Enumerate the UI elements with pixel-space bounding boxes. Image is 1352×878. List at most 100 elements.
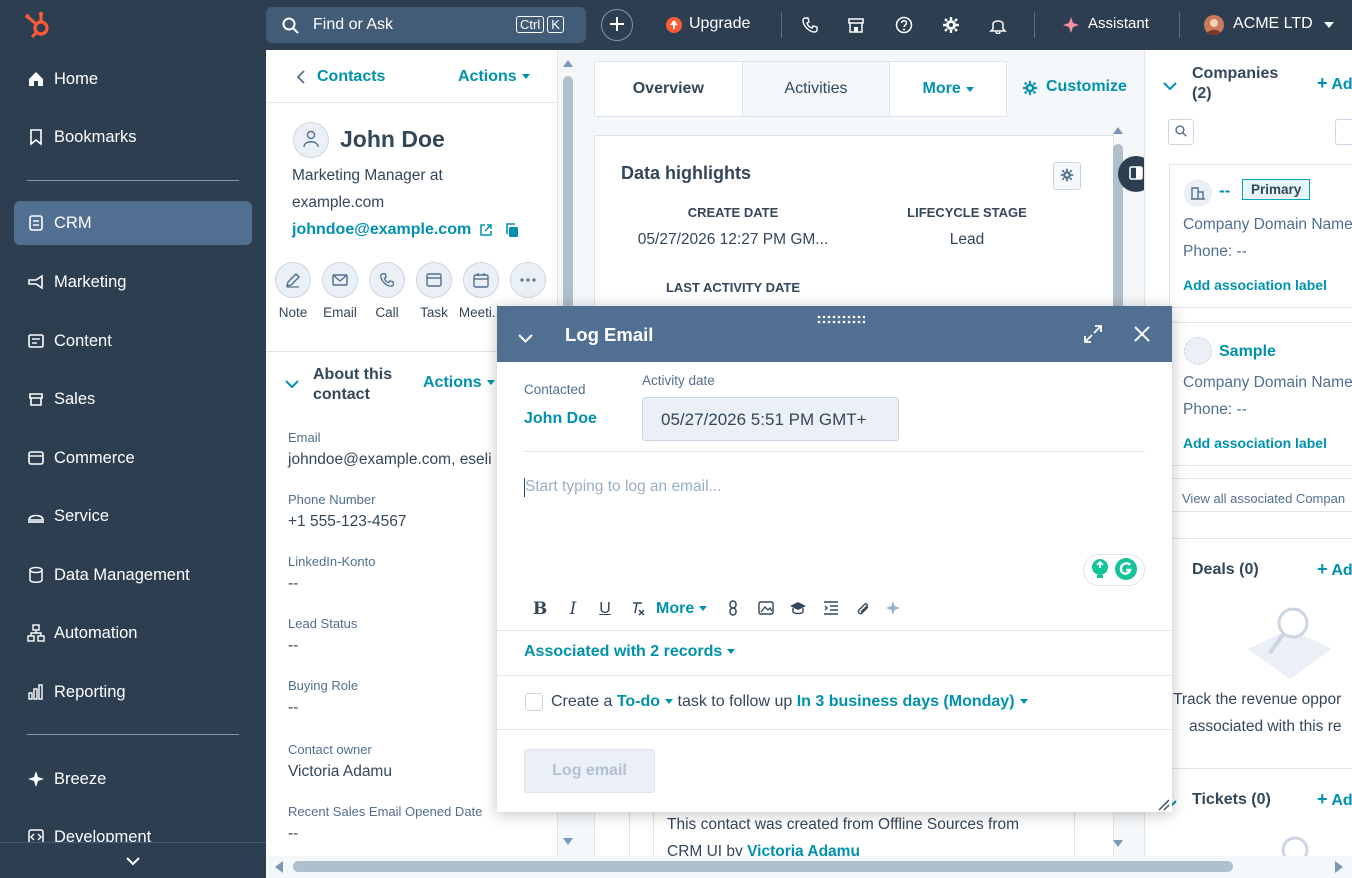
help-icon[interactable] <box>892 13 916 37</box>
account-name[interactable]: ACME LTD <box>1233 15 1313 33</box>
back-to-contacts-link[interactable]: Contacts <box>296 68 385 86</box>
search-companies-button[interactable] <box>1168 119 1194 145</box>
resize-handle-icon[interactable] <box>1158 798 1170 814</box>
tab-activities[interactable]: Activities <box>742 62 891 116</box>
nav-item-commerce[interactable]: Commerce <box>14 436 252 480</box>
view-all-companies-link[interactable]: View all associated Compan <box>1169 478 1352 512</box>
add-association-label-link[interactable]: Add association label <box>1183 435 1327 451</box>
nav-item-data-management[interactable]: Data Management <box>14 553 252 597</box>
email-body-editor[interactable]: Start typing to log an email... <box>524 466 1145 576</box>
customize-button[interactable]: Customize <box>1046 78 1127 96</box>
note-button[interactable] <box>275 262 311 298</box>
email-button[interactable] <box>322 262 358 298</box>
associated-records-dropdown[interactable]: Associated with 2 records <box>524 643 736 661</box>
marketplace-icon[interactable] <box>844 13 868 37</box>
contacted-value[interactable]: John Doe <box>524 410 597 428</box>
hubspot-logo-icon[interactable] <box>24 10 54 40</box>
nav-collapse-button[interactable] <box>0 842 266 878</box>
settings-gear-icon[interactable] <box>939 13 963 37</box>
drag-handle-icon[interactable] <box>817 312 866 324</box>
grammarly-widget[interactable] <box>1083 554 1145 586</box>
assistant-sparkle-icon[interactable] <box>1059 13 1083 37</box>
tab-more[interactable]: More <box>890 62 1006 116</box>
nav-item-service[interactable]: Service <box>14 494 252 538</box>
follow-up-date-dropdown[interactable]: In 3 business days (Monday) <box>797 693 1028 710</box>
nav-item-automation[interactable]: Automation <box>14 611 252 655</box>
nav-item-reporting[interactable]: Reporting <box>14 670 252 714</box>
nav-item-breeze[interactable]: Breeze <box>14 757 252 801</box>
nav-item-home[interactable]: Home <box>14 57 252 101</box>
about-contact-title[interactable]: About this contact <box>313 365 392 405</box>
task-type-dropdown[interactable]: To-do <box>617 693 674 710</box>
about-actions-dropdown[interactable]: Actions <box>423 374 495 392</box>
attach-file-button[interactable] <box>852 598 874 620</box>
upgrade-button[interactable]: Upgrade <box>689 15 750 33</box>
search-input[interactable]: Find or Ask Ctrl K <box>266 7 586 43</box>
todo-prefix: Create a <box>551 693 613 710</box>
notifications-bell-icon[interactable] <box>986 13 1010 37</box>
customize-gear-icon[interactable] <box>1022 80 1038 99</box>
chevron-down-icon[interactable] <box>285 376 299 392</box>
upgrade-icon[interactable] <box>662 13 686 37</box>
toolbar-more-dropdown[interactable]: More <box>656 600 708 618</box>
external-link-icon[interactable] <box>479 223 493 240</box>
nav-item-sales[interactable]: Sales <box>14 377 252 421</box>
call-button[interactable] <box>369 262 405 298</box>
add-ticket-button[interactable]: + Ad <box>1317 789 1352 810</box>
tickets-section-title[interactable]: Tickets (0) <box>1192 791 1271 809</box>
property-linkedin[interactable]: LinkedIn-Konto -- <box>288 554 375 593</box>
nav-item-content[interactable]: Content <box>14 319 252 363</box>
close-icon[interactable] <box>1134 326 1150 345</box>
assistant-button[interactable]: Assistant <box>1088 15 1149 32</box>
contact-actions-dropdown[interactable]: Actions <box>458 68 530 86</box>
log-email-button[interactable]: Log email <box>524 749 655 793</box>
companies-section-title[interactable]: Companies (2) <box>1192 64 1278 104</box>
bold-button[interactable]: B <box>529 598 551 620</box>
ai-assist-button[interactable] <box>882 598 904 620</box>
phone-icon[interactable] <box>798 13 822 37</box>
nav-item-marketing[interactable]: Marketing <box>14 260 252 304</box>
tab-overview[interactable]: Overview <box>595 62 743 116</box>
deals-section-title[interactable]: Deals (0) <box>1192 561 1259 579</box>
property-phone[interactable]: Phone Number +1 555-123-4567 <box>288 492 407 531</box>
more-activities-button[interactable] <box>510 262 546 298</box>
property-contact-owner[interactable]: Contact owner Victoria Adamu <box>288 742 392 781</box>
property-buying-role[interactable]: Buying Role -- <box>288 678 358 717</box>
chevron-down-icon[interactable] <box>1163 78 1177 94</box>
avatar[interactable] <box>1204 15 1224 35</box>
property-recent-sales-email[interactable]: Recent Sales Email Opened Date -- <box>288 804 482 843</box>
nav-item-crm[interactable]: CRM <box>14 201 252 245</box>
company-name-link[interactable]: Sample <box>1219 343 1276 361</box>
insert-link-button[interactable] <box>722 598 744 620</box>
account-caret-icon[interactable] <box>1317 13 1341 37</box>
add-association-label-link[interactable]: Add association label <box>1183 277 1327 293</box>
clear-format-button[interactable] <box>627 598 649 620</box>
filter-button[interactable] <box>1335 119 1352 145</box>
expand-icon[interactable] <box>1084 325 1102 346</box>
create-new-button[interactable] <box>601 9 633 41</box>
company-name-link[interactable]: -- <box>1219 181 1230 201</box>
add-label: Ad <box>1331 792 1352 809</box>
task-button[interactable] <box>416 262 452 298</box>
collapse-chevron-icon[interactable] <box>518 330 533 346</box>
bold-icon: B <box>532 599 548 619</box>
insert-image-button[interactable] <box>755 598 777 620</box>
insert-knowledge-button[interactable] <box>787 598 809 620</box>
underline-button[interactable]: U <box>594 598 616 620</box>
contact-avatar[interactable] <box>293 122 329 158</box>
italic-button[interactable]: I <box>562 598 584 620</box>
contact-email-link[interactable]: johndoe@example.com <box>292 221 471 239</box>
meeting-button[interactable] <box>463 262 499 298</box>
nav-item-bookmarks[interactable]: Bookmarks <box>14 115 252 159</box>
highlights-settings-button[interactable] <box>1053 162 1081 190</box>
property-lead-status[interactable]: Lead Status -- <box>288 616 357 655</box>
horizontal-scrollbar[interactable] <box>266 856 1352 878</box>
insert-snippet-button[interactable] <box>820 598 842 620</box>
create-task-checkbox[interactable] <box>525 693 543 711</box>
plus-icon: + <box>1317 789 1328 809</box>
add-company-button[interactable]: + Ad <box>1317 73 1352 94</box>
add-deal-button[interactable]: + Ad <box>1317 559 1352 580</box>
activity-date-field[interactable]: 05/27/2026 5:51 PM GMT+ <box>642 397 899 441</box>
copy-icon[interactable] <box>505 223 519 241</box>
property-email[interactable]: Email johndoe@example.com, eseli <box>288 430 492 469</box>
